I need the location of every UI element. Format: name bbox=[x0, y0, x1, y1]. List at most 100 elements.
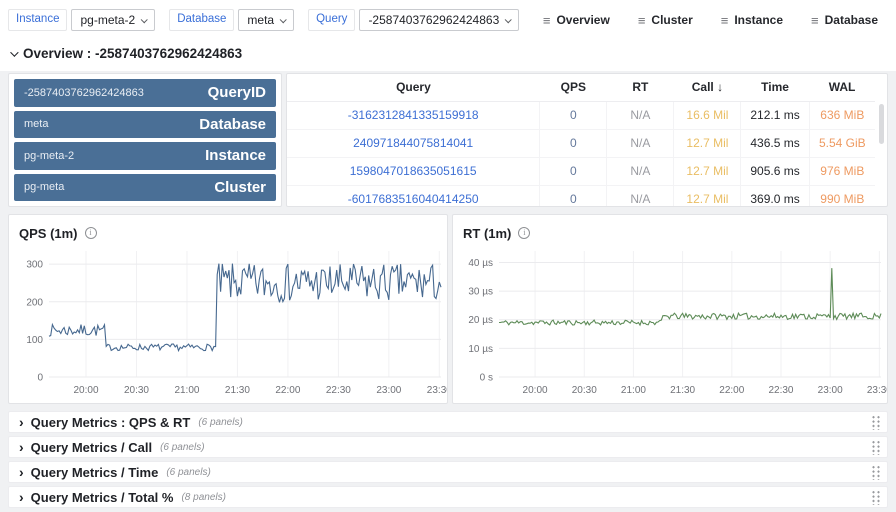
collapsed-row[interactable]: ›Query Metrics / Time(6 panels) bbox=[8, 461, 888, 483]
dashboard-link-database[interactable]: ≡ Database bbox=[811, 13, 878, 27]
collapsed-rows: ›Query Metrics : QPS & RT(6 panels)›Quer… bbox=[0, 404, 896, 508]
chevron-right-icon: › bbox=[19, 440, 24, 454]
chevron-down-icon bbox=[505, 16, 512, 23]
stat-instance: pg-meta-2 Instance bbox=[14, 142, 276, 170]
dashboard-link-overview[interactable]: ≡ Overview bbox=[543, 13, 610, 27]
link-label: Overview bbox=[556, 13, 609, 27]
svg-text:23:30: 23:30 bbox=[427, 385, 447, 396]
chart-plot[interactable]: 20:0020:3021:0021:3022:0022:3023:0023:30… bbox=[9, 243, 447, 401]
dashboard: Instancepg-meta-2DatabasemetaQuery-25874… bbox=[0, 0, 896, 512]
query-info-panel: -2587403762962424863 QueryID metaDatabase p… bbox=[8, 73, 282, 207]
column-header-rt[interactable]: RT bbox=[607, 74, 674, 101]
chevron-down-icon bbox=[280, 16, 287, 23]
stat-label: QueryID bbox=[208, 84, 266, 101]
variable-group-query: Query-2587403762962424863 bbox=[308, 9, 519, 31]
query-link[interactable]: -6017683516040414250 bbox=[287, 185, 540, 207]
stat-value: pg-meta bbox=[24, 181, 64, 193]
query-link[interactable]: -3162312841335159918 bbox=[287, 101, 540, 129]
table-scrollbar[interactable] bbox=[879, 104, 884, 144]
svg-text:21:00: 21:00 bbox=[174, 385, 199, 396]
stat-label: Database bbox=[199, 116, 266, 133]
drag-handle-icon[interactable] bbox=[870, 464, 881, 480]
query-link[interactable]: 240971844075814041 bbox=[287, 129, 540, 157]
charts-row: QPS (1m)i20:0020:3021:0021:3022:0022:302… bbox=[0, 207, 896, 404]
stat-label: Instance bbox=[205, 147, 266, 164]
hamburger-icon: ≡ bbox=[543, 14, 551, 27]
drag-handle-icon[interactable] bbox=[870, 414, 881, 430]
rt-value: N/A bbox=[607, 101, 674, 129]
hamburger-icon: ≡ bbox=[811, 14, 819, 27]
variable-group-instance: Instancepg-meta-2 bbox=[8, 9, 155, 31]
chart-title: RT (1m) i bbox=[453, 215, 887, 243]
svg-text:20 µs: 20 µs bbox=[468, 315, 493, 326]
dashboard-link-instance[interactable]: ≡Instance bbox=[721, 13, 783, 27]
variables-bar: Instancepg-meta-2DatabasemetaQuery-25874… bbox=[8, 6, 888, 34]
dashboard-link-cluster[interactable]: ≡Cluster bbox=[638, 13, 693, 27]
wal-value: 5.54 GiB bbox=[809, 129, 875, 157]
series-line bbox=[49, 264, 441, 351]
column-header-query[interactable]: Query bbox=[287, 74, 540, 101]
svg-text:23:30: 23:30 bbox=[867, 385, 887, 396]
svg-text:22:00: 22:00 bbox=[275, 385, 300, 396]
link-label: Cluster bbox=[651, 13, 692, 27]
overview-row-header[interactable]: Overview : -2587403762962424863 bbox=[0, 38, 896, 71]
collapsed-row[interactable]: ›Query Metrics / Total %(8 panels) bbox=[8, 486, 888, 508]
query-link[interactable]: 1598047018635051615 bbox=[287, 157, 540, 185]
svg-text:20:00: 20:00 bbox=[523, 385, 548, 396]
row-panel-count: (6 panels) bbox=[160, 442, 204, 453]
rt-value: N/A bbox=[607, 129, 674, 157]
drag-handle-icon[interactable] bbox=[870, 439, 881, 455]
collapsed-row[interactable]: › Query Metrics / Call (6 panels) bbox=[8, 436, 888, 458]
svg-text:0: 0 bbox=[37, 373, 43, 384]
row-title: Query Metrics / Total % bbox=[31, 490, 174, 505]
column-header-call[interactable]: Call ↓ bbox=[674, 74, 741, 101]
table-row: 15980470186350516150N/A12.7 Mil905.6 ms9… bbox=[287, 157, 875, 185]
wal-value: 976 MiB bbox=[809, 157, 875, 185]
variable-group-database: Databasemeta bbox=[169, 9, 294, 31]
drag-handle-icon[interactable] bbox=[870, 489, 881, 505]
column-header-time[interactable]: Time bbox=[741, 74, 809, 101]
variable-select-instance[interactable]: pg-meta-2 bbox=[71, 9, 155, 31]
qps-value: 0 bbox=[540, 101, 607, 129]
column-header-wal[interactable]: WAL bbox=[809, 74, 875, 101]
time-value: 436.5 ms bbox=[741, 129, 809, 157]
qps-value: 0 bbox=[540, 157, 607, 185]
svg-text:21:30: 21:30 bbox=[670, 385, 695, 396]
chevron-down-icon bbox=[10, 48, 18, 56]
stat-value: pg-meta-2 bbox=[24, 150, 74, 162]
chevron-right-icon: › bbox=[19, 465, 24, 479]
svg-text:23:00: 23:00 bbox=[818, 385, 843, 396]
collapsed-row[interactable]: ›Query Metrics : QPS & RT(6 panels) bbox=[8, 411, 888, 433]
svg-text:200: 200 bbox=[26, 297, 43, 308]
variable-select-query[interactable]: -2587403762962424863 bbox=[359, 9, 519, 31]
time-value: 212.1 ms bbox=[741, 101, 809, 129]
column-header-qps[interactable]: QPS bbox=[540, 74, 607, 101]
variable-label: Instance bbox=[8, 9, 67, 31]
link-label: Database bbox=[825, 13, 878, 27]
svg-text:22:30: 22:30 bbox=[768, 385, 793, 396]
info-icon[interactable]: i bbox=[518, 227, 530, 239]
table-row: 2409718440758140410N/A12.7 Mil436.5 ms5.… bbox=[287, 129, 875, 157]
call-value: 12.7 Mil bbox=[674, 157, 741, 185]
svg-text:30 µs: 30 µs bbox=[468, 287, 493, 298]
stat-database: metaDatabase bbox=[14, 111, 276, 139]
qps-chart-panel[interactable]: QPS (1m)i20:0020:3021:0021:3022:0022:302… bbox=[8, 214, 448, 404]
info-icon[interactable]: i bbox=[85, 227, 97, 239]
dashboard-header: Instancepg-meta-2DatabasemetaQuery-25874… bbox=[0, 0, 896, 38]
hamburger-icon: ≡ bbox=[721, 14, 729, 27]
svg-text:22:00: 22:00 bbox=[719, 385, 744, 396]
svg-text:20:30: 20:30 bbox=[572, 385, 597, 396]
time-value: 905.6 ms bbox=[741, 157, 809, 185]
variable-select-database[interactable]: meta bbox=[238, 9, 294, 31]
svg-text:40 µs: 40 µs bbox=[468, 258, 493, 269]
row-title: Query Metrics / Call bbox=[31, 440, 152, 455]
rt-value: N/A bbox=[607, 157, 674, 185]
stat-label: Cluster bbox=[214, 179, 266, 196]
svg-text:21:00: 21:00 bbox=[621, 385, 646, 396]
rt-chart-panel[interactable]: RT (1m) i 20:00 20:30 21:00 21:30 22:00 22:30 23… bbox=[452, 214, 888, 404]
table-row: -60176835160404142500N/A12.7 Mil369.0 ms… bbox=[287, 185, 875, 207]
chart-plot[interactable]: 20:00 20:30 21:00 21:30 22:00 22:30 23:00 23:30… bbox=[453, 243, 887, 401]
stat-value: -2587403762962424863 bbox=[24, 87, 144, 99]
svg-text:22:30: 22:30 bbox=[326, 385, 351, 396]
chart-title-text: RT (1m) bbox=[463, 226, 511, 241]
